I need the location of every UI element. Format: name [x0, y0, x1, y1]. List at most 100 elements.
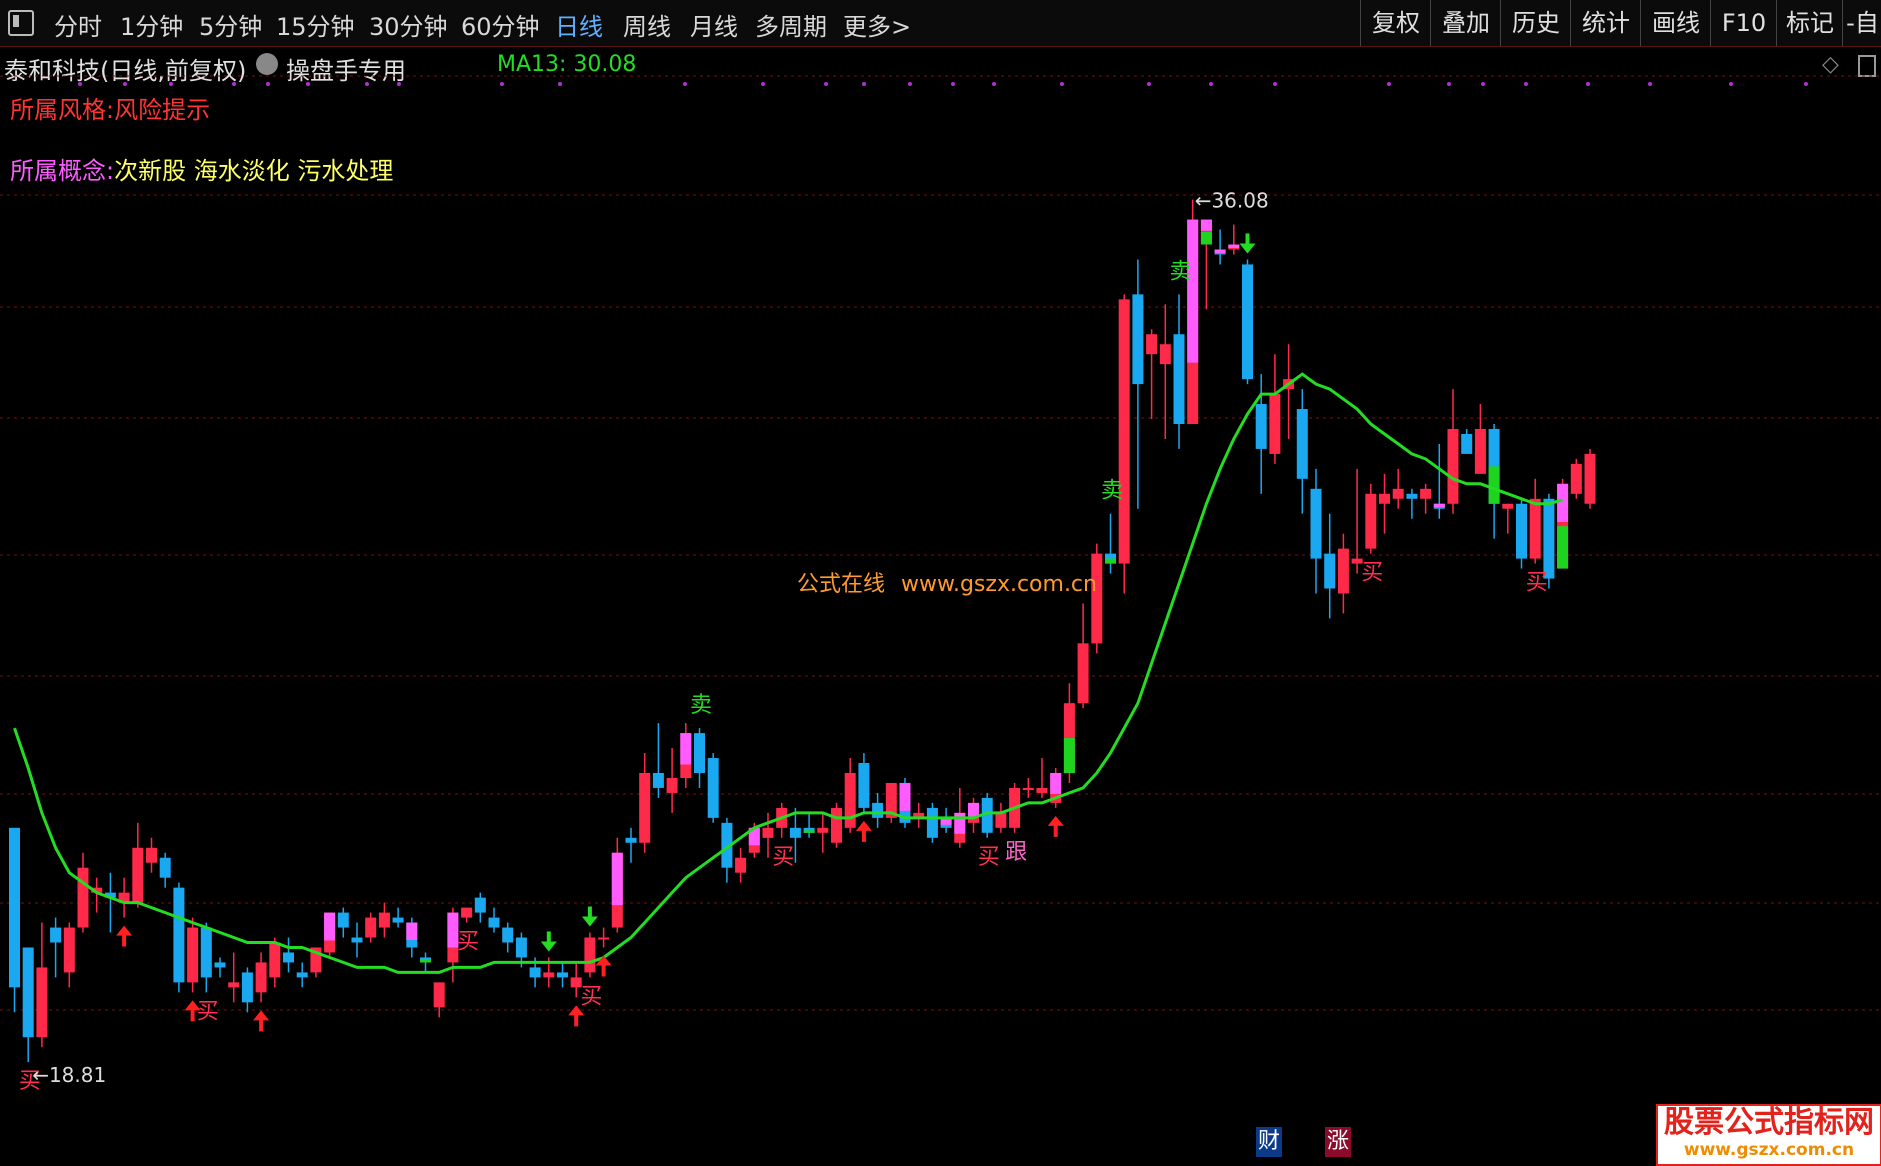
candle — [351, 922, 363, 958]
candle — [694, 728, 705, 788]
candle — [557, 962, 568, 988]
candle — [598, 927, 610, 948]
candle — [1077, 603, 1089, 709]
candle — [420, 952, 431, 973]
buy-arrow — [855, 820, 872, 842]
finance-badge[interactable]: 财 — [1256, 1127, 1282, 1157]
period-15min[interactable]: 15分钟 — [276, 7, 355, 42]
candle-green-segment — [1200, 232, 1212, 245]
signal-label: 卖 — [690, 693, 712, 718]
candle-highlight — [1433, 503, 1445, 508]
kline-chart[interactable]: 买买买买卖买买跟卖卖买 买←36.08←18.81 — [0, 46, 1881, 1164]
signal-label: 卖 — [1101, 479, 1123, 504]
overlay-button[interactable]: 叠加 — [1430, 0, 1501, 46]
candle — [1584, 448, 1596, 509]
candle-body — [474, 897, 486, 913]
candle-body — [9, 827, 20, 988]
candle-body — [63, 927, 75, 973]
period-weekly[interactable]: 周线 — [623, 7, 671, 42]
candle — [1036, 758, 1048, 798]
candle — [1433, 443, 1445, 519]
candle — [1337, 533, 1349, 614]
candle — [324, 912, 336, 958]
candle — [1063, 683, 1075, 783]
history-button[interactable]: 历史 — [1500, 0, 1571, 46]
candle-body — [1269, 394, 1281, 454]
top-dot — [169, 82, 173, 86]
signal-label: 买 — [457, 930, 479, 955]
period-more[interactable]: 更多> — [843, 7, 911, 42]
period-daily[interactable]: 日线 — [555, 7, 603, 42]
menu-toggle-icon[interactable] — [8, 10, 34, 36]
candle — [1242, 259, 1253, 385]
candle-body — [995, 812, 1007, 828]
top-dot — [824, 82, 828, 86]
candle — [283, 937, 294, 973]
candle-body — [228, 982, 240, 988]
limit-up-badge[interactable]: 涨 — [1325, 1127, 1351, 1157]
candle — [406, 917, 418, 958]
top-dot — [306, 82, 310, 86]
candle — [255, 952, 267, 1003]
candle-highlight — [1228, 244, 1240, 248]
buy-arrow-head — [1047, 815, 1064, 826]
candle-body — [652, 772, 664, 788]
period-5min[interactable]: 5分钟 — [199, 7, 262, 42]
candle — [1255, 374, 1267, 494]
site-logo: 股票公式指标网 www.gszx.com.cn — [1656, 1104, 1881, 1166]
fuquan-button[interactable]: 复权 — [1360, 0, 1431, 46]
candle-body — [598, 937, 610, 940]
mark-button[interactable]: 标记 — [1776, 0, 1843, 46]
period-60min[interactable]: 60分钟 — [461, 7, 540, 42]
candle — [9, 827, 20, 1013]
candle-body — [173, 887, 185, 983]
top-dot — [1387, 82, 1391, 86]
watermark: 公式在线 www.gszx.com.cn — [797, 566, 1097, 598]
candle — [1447, 389, 1459, 514]
candle — [1132, 259, 1144, 509]
candle-body — [200, 927, 212, 978]
top-dot — [992, 82, 996, 86]
candle-body — [1118, 299, 1130, 564]
f10-button[interactable]: F10 — [1710, 0, 1777, 46]
buy-arrow — [253, 1010, 270, 1032]
candle-body — [1420, 488, 1432, 499]
signal-label: 买 — [1526, 571, 1548, 596]
candle — [173, 882, 185, 993]
candle — [1406, 488, 1418, 519]
candle — [214, 957, 226, 978]
stats-button[interactable]: 统计 — [1570, 0, 1641, 46]
candle-body — [1132, 294, 1144, 385]
candle-highlight — [1050, 772, 1062, 794]
candle-body — [36, 967, 48, 1038]
candle-body — [1324, 553, 1336, 589]
candle-body — [1461, 433, 1473, 454]
candle-body — [1529, 498, 1541, 559]
self-select-button[interactable]: -自 — [1842, 0, 1881, 46]
candle-highlight — [1200, 219, 1212, 231]
candle-body — [1406, 493, 1418, 499]
candle — [1474, 404, 1486, 474]
period-multi[interactable]: 多周期 — [755, 7, 827, 42]
signal-label: 买 — [978, 845, 1000, 870]
candle-body — [1022, 787, 1034, 790]
buy-arrow-shaft — [122, 934, 127, 947]
top-dot — [397, 82, 401, 86]
candle — [50, 917, 62, 978]
candle-body — [707, 758, 719, 818]
candle-green-segment — [1063, 738, 1075, 773]
top-dot — [1209, 82, 1213, 86]
candle — [1091, 543, 1103, 654]
period-30min[interactable]: 30分钟 — [369, 7, 448, 42]
candle-body — [241, 972, 253, 1003]
period-fenshi[interactable]: 分时 — [54, 7, 102, 42]
period-1min[interactable]: 1分钟 — [120, 7, 183, 42]
top-dot — [1729, 82, 1733, 86]
max-price-label: ←36.08 — [1195, 189, 1269, 213]
period-monthly[interactable]: 月线 — [690, 7, 738, 42]
candle-body — [1077, 643, 1089, 704]
top-dot — [1804, 82, 1808, 86]
candle — [461, 907, 473, 923]
draw-line-button[interactable]: 画线 — [1640, 0, 1711, 46]
candle-body — [639, 772, 651, 843]
